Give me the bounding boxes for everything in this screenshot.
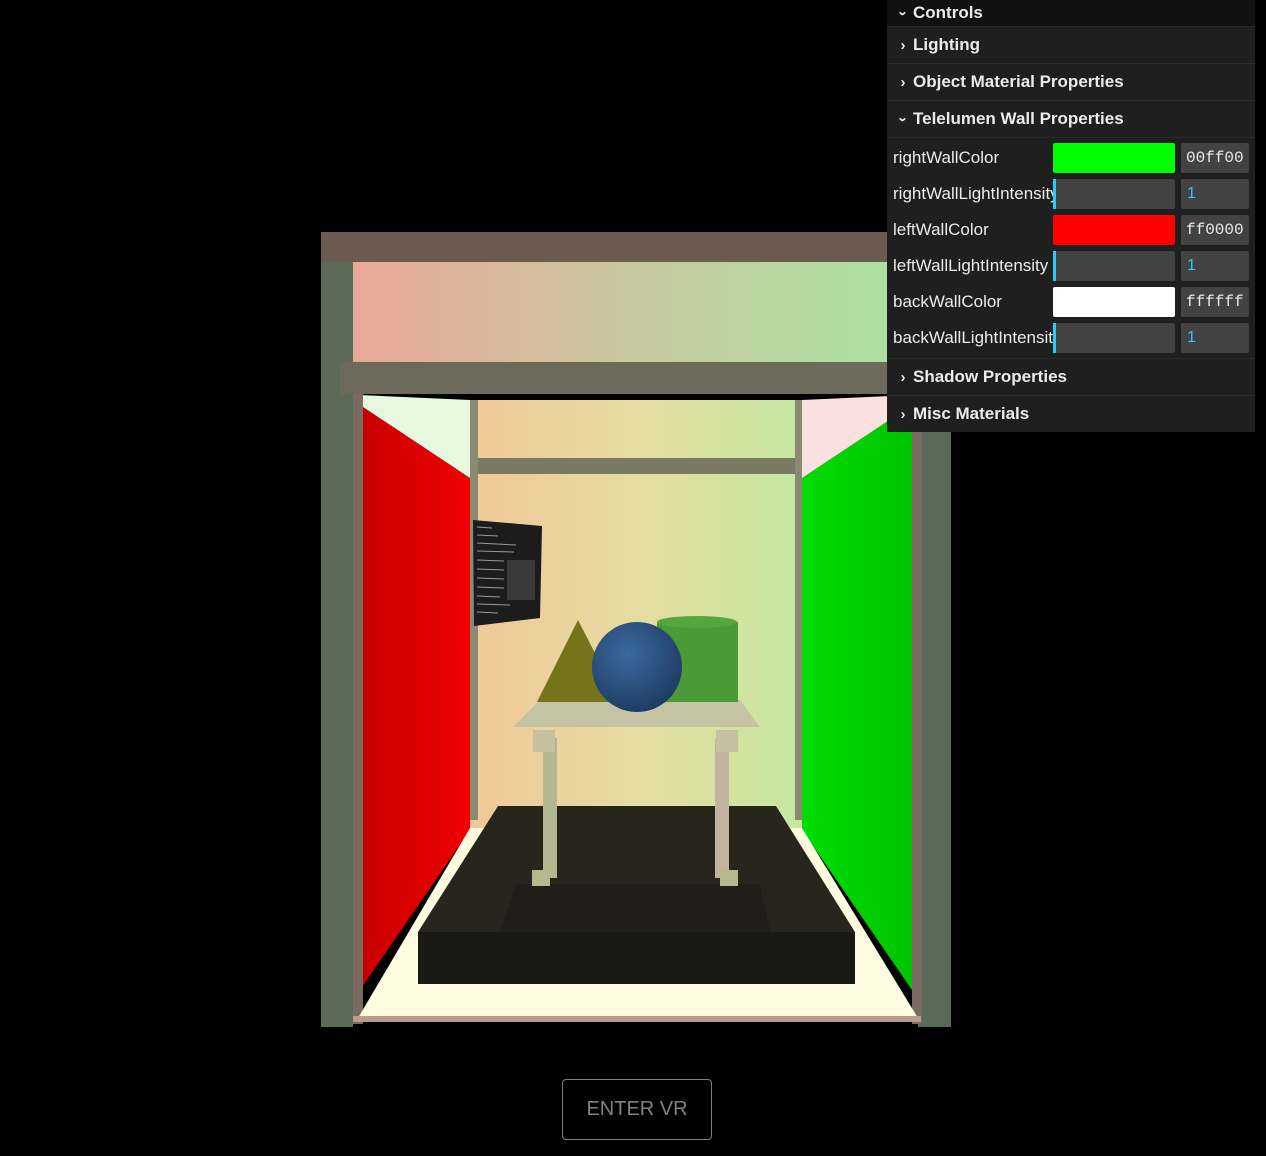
controls-title: Controls <box>913 3 983 22</box>
slider-fill <box>1053 251 1057 281</box>
back-wall-color-hex[interactable]: ffffff <box>1181 287 1249 317</box>
row-left-wall-intensity: leftWallLightIntensity 1 <box>887 248 1255 284</box>
table-leg-left-front <box>533 730 555 752</box>
ceiling-light-panel <box>353 262 918 362</box>
row-back-wall-color: backWallColor ffffff <box>887 284 1255 320</box>
left-wall-intensity-value[interactable]: 1 <box>1181 251 1249 281</box>
platform-front <box>418 932 855 984</box>
chevron-right-icon: › <box>900 36 906 54</box>
right-wall-intensity-label: rightWallLightIntensity <box>893 184 1059 203</box>
folder-shadow-label: Shadow Properties <box>913 367 1067 386</box>
slider-fill <box>1053 323 1057 353</box>
booth-frame-top <box>321 232 951 262</box>
row-right-wall-intensity: rightWallLightIntensity 1 <box>887 176 1255 212</box>
folder-misc-materials[interactable]: › Misc Materials <box>887 395 1255 432</box>
folder-telelumen-wall-label: Telelumen Wall Properties <box>913 109 1124 128</box>
telelumen-wall-controls: rightWallColor 00ff00 rightWallLightInte… <box>887 137 1255 358</box>
row-left-wall-color: leftWallColor ff0000 <box>887 212 1255 248</box>
row-right-wall-color: rightWallColor 00ff00 <box>887 140 1255 176</box>
row-back-wall-intensity: backWallLightIntensity 1 <box>887 320 1255 356</box>
inner-post-left <box>353 394 363 1024</box>
controls-title-bar[interactable]: › Controls <box>887 0 1255 26</box>
left-wall-intensity-slider[interactable] <box>1053 251 1175 281</box>
table-foot-right <box>720 870 738 886</box>
chevron-down-icon: › <box>894 116 912 122</box>
chevron-right-icon: › <box>900 405 906 423</box>
back-wall-intensity-label: backWallLightIntensity <box>893 328 1062 347</box>
chevron-down-icon: › <box>894 10 912 16</box>
left-wall-color-swatch[interactable] <box>1053 215 1175 245</box>
left-wall-intensity-label: leftWallLightIntensity <box>893 256 1049 275</box>
booth-frame-left-post <box>321 232 353 1027</box>
table-leg-right <box>715 738 729 878</box>
back-wall-intensity-slider[interactable] <box>1053 323 1175 353</box>
back-wall-color-swatch[interactable] <box>1053 287 1175 317</box>
in-world-gui-swatch <box>507 560 535 600</box>
table-leg-right-front <box>716 730 738 752</box>
back-wall-post-right <box>795 400 803 820</box>
booth-floor-edge <box>353 1016 921 1022</box>
right-wall-intensity-slider[interactable] <box>1053 179 1175 209</box>
right-wall-color-label: rightWallColor <box>893 148 1000 167</box>
folder-misc-materials-label: Misc Materials <box>913 404 1030 423</box>
right-wall-color-swatch[interactable] <box>1053 143 1175 173</box>
table-leg-left <box>543 738 557 878</box>
enter-vr-button[interactable]: ENTER VR <box>562 1079 712 1140</box>
right-wall-color-hex[interactable]: 00ff00 <box>1181 143 1249 173</box>
back-wall-color-label: backWallColor <box>893 292 1002 311</box>
folder-shadow[interactable]: › Shadow Properties <box>887 358 1255 395</box>
inner-post-right <box>912 394 922 1024</box>
back-wall-intensity-value[interactable]: 1 <box>1181 323 1249 353</box>
folder-object-material-label: Object Material Properties <box>913 72 1124 91</box>
back-wall-beam <box>470 458 802 474</box>
right-wall-intensity-value[interactable]: 1 <box>1181 179 1249 209</box>
folder-telelumen-wall[interactable]: › Telelumen Wall Properties <box>887 100 1255 137</box>
cylinder-object-top <box>657 616 737 628</box>
folder-lighting[interactable]: › Lighting <box>887 26 1255 63</box>
folder-lighting-label: Lighting <box>913 35 981 54</box>
left-wall-color-label: leftWallColor <box>893 220 989 239</box>
left-wall-color-hex[interactable]: ff0000 <box>1181 215 1249 245</box>
chevron-right-icon: › <box>900 73 906 91</box>
booth-frame-crossbar <box>340 362 930 394</box>
table-foot-left <box>532 870 550 886</box>
folder-object-material[interactable]: › Object Material Properties <box>887 63 1255 100</box>
controls-panel: › Controls › Lighting › Object Material … <box>887 0 1255 432</box>
slider-fill <box>1053 179 1057 209</box>
platform-inner <box>500 884 770 932</box>
chevron-right-icon: › <box>900 368 906 386</box>
sphere-object <box>592 622 682 712</box>
